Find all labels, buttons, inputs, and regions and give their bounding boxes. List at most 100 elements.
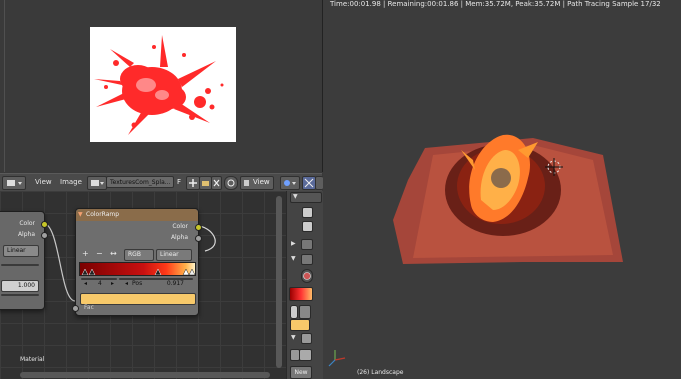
pin-image-button[interactable] bbox=[224, 176, 238, 190]
pin-icon bbox=[227, 179, 235, 187]
left-node-alpha-socket[interactable] bbox=[41, 232, 48, 239]
properties-circle-icon[interactable] bbox=[301, 269, 313, 283]
colorramp-color-socket[interactable] bbox=[195, 224, 202, 231]
new-image-button[interactable] bbox=[186, 176, 200, 190]
image-menu[interactable]: Image bbox=[60, 178, 82, 186]
close-icon bbox=[213, 179, 220, 187]
properties-sphere-button[interactable] bbox=[299, 349, 312, 361]
image-browse-icon bbox=[91, 180, 104, 186]
ramp-stop-5 bbox=[188, 268, 195, 275]
pos-arrow-left-icon[interactable]: ◂ bbox=[125, 279, 128, 289]
left-node-value: 1.000 bbox=[17, 282, 35, 289]
image-name-field[interactable]: TexturesCom_Spla... bbox=[106, 176, 174, 188]
rendered-landscape bbox=[328, 134, 623, 367]
pos-value: 0.917 bbox=[166, 280, 184, 287]
properties-side-strip: ▼ ▶ ▼ ▼ New bbox=[286, 191, 323, 379]
properties-small-icon[interactable] bbox=[301, 254, 313, 265]
colorramp-alpha-output: Alpha bbox=[170, 234, 188, 241]
index-inc-arrow-icon[interactable]: ▸ bbox=[111, 279, 114, 289]
collapsed-arrow-icon: ▶ bbox=[291, 240, 296, 247]
new-material-button[interactable]: New bbox=[290, 366, 312, 379]
color-mode-select[interactable]: RGB bbox=[124, 249, 154, 261]
properties-ramp-preview[interactable] bbox=[289, 287, 313, 301]
colorramp-title: ColorRamp bbox=[86, 211, 120, 218]
lava-rock bbox=[491, 168, 511, 188]
properties-node-icon[interactable] bbox=[299, 305, 311, 319]
node-editor-horizontal-scrollbar[interactable] bbox=[20, 372, 270, 378]
ramp-stop-active bbox=[182, 268, 190, 275]
left-node-gradient-bar[interactable] bbox=[1, 264, 39, 266]
header-overflow bbox=[315, 176, 323, 190]
properties-doc-icon-2[interactable] bbox=[302, 221, 313, 232]
ramp-stop-2 bbox=[88, 268, 96, 275]
left-node-alpha-output: Alpha bbox=[17, 231, 35, 238]
properties-doc-icon-1[interactable] bbox=[302, 207, 313, 218]
colorramp-fac-input: Fac bbox=[84, 304, 94, 311]
properties-slider-handle[interactable] bbox=[290, 305, 298, 319]
image-editor-header: View Image TexturesCom_Spla... F View bbox=[0, 173, 323, 192]
pos-label: Pos bbox=[132, 280, 143, 287]
left-node-interpolation-select[interactable]: Linear bbox=[3, 245, 39, 257]
ramp-stop-markers bbox=[81, 268, 195, 275]
axis-gizmo-icon bbox=[328, 350, 346, 367]
left-node-color-socket[interactable] bbox=[41, 221, 48, 228]
colorramp-header[interactable]: ▼ ColorRamp bbox=[76, 209, 198, 221]
unlink-image-button[interactable] bbox=[211, 176, 222, 190]
ramp-stop-1 bbox=[81, 268, 89, 275]
panel-arrow-icon: ▼ bbox=[293, 193, 298, 200]
color-ramp-gradient[interactable] bbox=[79, 262, 196, 276]
properties-check-icon[interactable] bbox=[301, 333, 312, 344]
color-mode-label: RGB bbox=[128, 251, 141, 258]
flip-ramp-button[interactable]: ↔ bbox=[110, 249, 117, 258]
display-channels-button[interactable] bbox=[280, 176, 300, 190]
image-texture-node[interactable]: Color Alpha Linear 1.000 bbox=[0, 211, 48, 310]
node-editor-canvas[interactable]: Color Alpha Linear 1.000 ▼ ColorRamp Col… bbox=[0, 191, 322, 379]
render-status-text: Time:00:01.98 | Remaining:00:01.86 | Mem… bbox=[330, 0, 661, 8]
splash-texture-image bbox=[90, 27, 236, 142]
expanded-arrow-icon-2: ▼ bbox=[291, 334, 296, 341]
view-menu[interactable]: View bbox=[35, 178, 52, 186]
properties-tab-1[interactable]: ▼ bbox=[290, 192, 322, 203]
channels-icon bbox=[284, 180, 296, 186]
active-stop-index-field[interactable]: ◂ 4 ▸ bbox=[81, 278, 117, 287]
expanded-arrow-icon: ▼ bbox=[291, 255, 296, 262]
editor-type-selector[interactable] bbox=[2, 176, 26, 190]
image-editor-panel[interactable] bbox=[0, 0, 323, 172]
remove-stop-button[interactable]: − bbox=[96, 249, 103, 258]
red-splash-graphic bbox=[94, 35, 224, 135]
add-stop-button[interactable]: + bbox=[82, 249, 89, 258]
left-node-interpolation-label: Linear bbox=[7, 247, 26, 254]
colorramp-color-output: Color bbox=[172, 223, 188, 230]
left-node-black-swatch[interactable] bbox=[1, 294, 39, 296]
3d-viewport[interactable] bbox=[323, 0, 681, 379]
view-menu-2-label: View bbox=[253, 178, 270, 186]
node-tree-label: Material bbox=[20, 356, 45, 363]
stop-position-field[interactable]: ◂ Pos 0.917 bbox=[119, 278, 193, 287]
active-stop-index: 4 bbox=[98, 280, 102, 287]
stop-color-swatch[interactable] bbox=[80, 293, 196, 305]
colorramp-fac-socket[interactable] bbox=[72, 305, 79, 312]
view-icon bbox=[244, 180, 249, 186]
folder-icon bbox=[202, 181, 209, 186]
image-browse-button[interactable] bbox=[87, 176, 107, 190]
properties-color-swatch[interactable] bbox=[290, 319, 310, 331]
active-object-label: (26) Landscape bbox=[357, 369, 404, 376]
left-node-value-field[interactable]: 1.000 bbox=[1, 280, 39, 292]
ramp-interpolation-label: Linear bbox=[160, 251, 179, 258]
grid-icon bbox=[304, 178, 314, 188]
node-editor-vertical-scrollbar[interactable] bbox=[276, 196, 282, 368]
fake-user-toggle[interactable]: F bbox=[177, 178, 181, 186]
colorramp-node[interactable]: ▼ ColorRamp Color Alpha + − ↔ RGB Linear bbox=[72, 208, 202, 316]
ramp-interpolation-select[interactable]: Linear bbox=[156, 249, 192, 261]
sphere-icon bbox=[303, 272, 311, 280]
ramp-stop-3 bbox=[154, 268, 162, 275]
editor-type-icon bbox=[7, 180, 22, 186]
index-dec-arrow-icon[interactable]: ◂ bbox=[84, 279, 87, 289]
plus-icon bbox=[189, 179, 197, 187]
collapse-arrow-icon[interactable]: ▼ bbox=[78, 209, 83, 221]
colorramp-alpha-socket[interactable] bbox=[195, 235, 202, 242]
new-material-label: New bbox=[294, 369, 308, 376]
view-menu-2[interactable]: View bbox=[240, 176, 274, 190]
render-slot-button[interactable] bbox=[302, 176, 316, 190]
properties-square-icon[interactable] bbox=[301, 239, 313, 250]
